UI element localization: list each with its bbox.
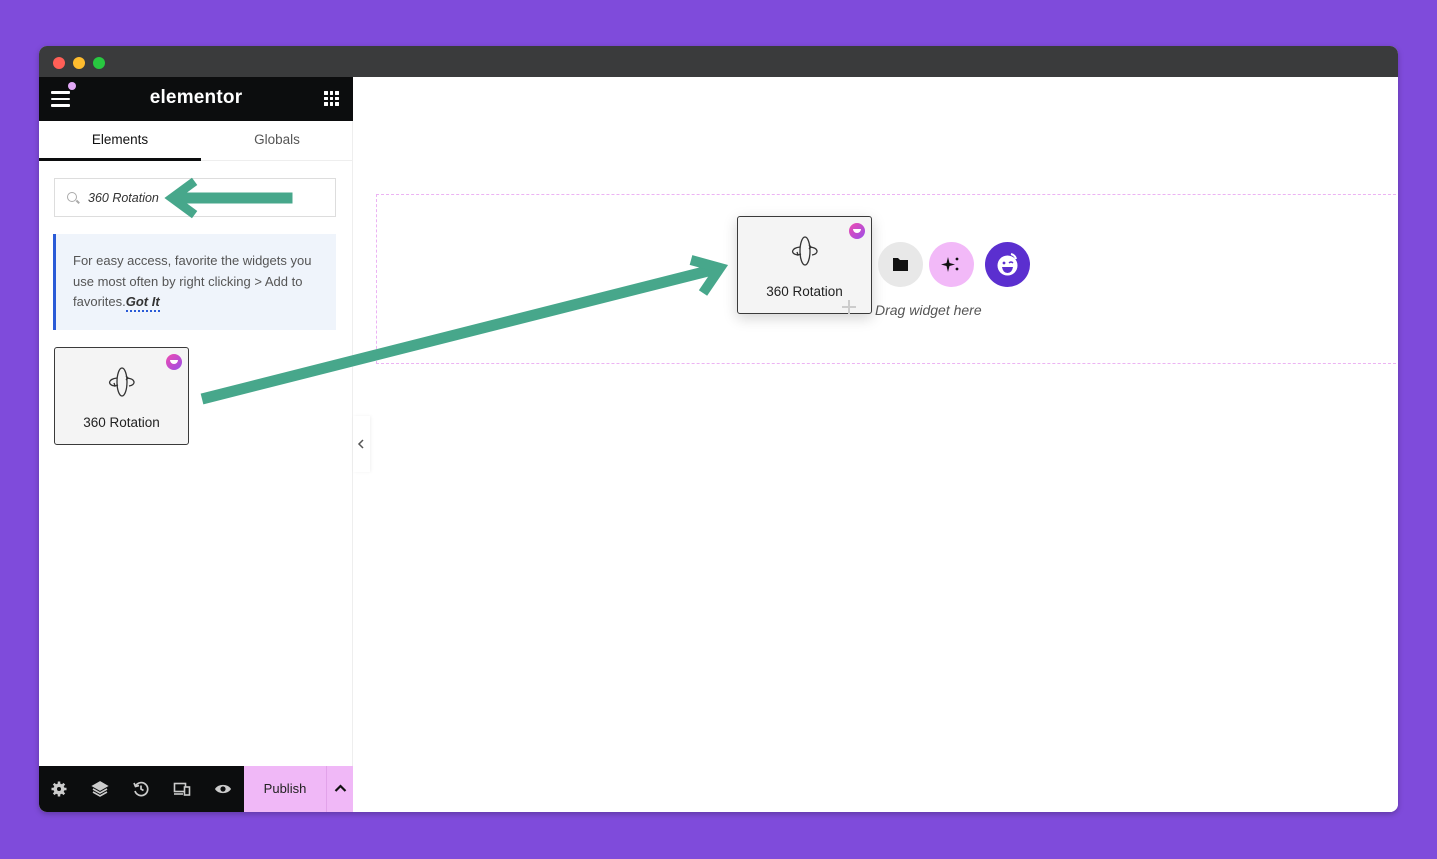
add-section-plus-icon[interactable] [842, 300, 856, 314]
got-it-link[interactable]: Got It [125, 294, 160, 312]
plugin-badge-icon [166, 354, 182, 370]
widget-label: 360 Rotation [83, 415, 160, 430]
settings-icon[interactable] [50, 780, 68, 798]
minimize-window-button[interactable] [73, 57, 85, 69]
chevron-left-icon [357, 439, 364, 449]
widget-search [54, 178, 336, 217]
collapse-panel-button[interactable] [353, 416, 370, 472]
favorites-tip: For easy access, favorite the widgets yo… [53, 234, 336, 330]
responsive-icon[interactable] [173, 780, 191, 798]
widget-label: 360 Rotation [766, 284, 843, 299]
drop-hint: Drag widget here [875, 302, 982, 318]
preview-icon[interactable] [214, 780, 232, 798]
layers-icon[interactable] [91, 780, 109, 798]
maximize-window-button[interactable] [93, 57, 105, 69]
folder-icon [893, 258, 908, 271]
rotate-360-icon [791, 236, 818, 266]
history-icon[interactable] [132, 780, 150, 798]
tip-text: For easy access, favorite the widgets yo… [73, 253, 312, 309]
panel-footer: Publish [39, 766, 353, 812]
plugin-brand-button[interactable] [985, 242, 1030, 287]
editor-canvas [353, 77, 1398, 812]
tab-elements[interactable]: Elements [39, 121, 201, 161]
browser-window: elementor Elements Globals For easy acce… [39, 46, 1398, 812]
widget-360-rotation[interactable]: 360 Rotation [54, 347, 189, 445]
ai-assistant-button[interactable] [929, 242, 974, 287]
chevron-up-icon [334, 784, 347, 792]
close-window-button[interactable] [53, 57, 65, 69]
elementor-logo: elementor [149, 87, 243, 108]
publish-options-button[interactable] [326, 766, 353, 812]
panel-header: elementor [39, 77, 353, 121]
tab-globals[interactable]: Globals [201, 121, 353, 161]
add-template-button[interactable] [878, 242, 923, 287]
search-icon [67, 192, 77, 202]
plugin-badge-icon [849, 223, 865, 239]
panel-tabs: Elements Globals [39, 121, 353, 161]
search-input[interactable] [88, 179, 328, 216]
sparkle-icon [941, 257, 959, 272]
smiley-face-icon [997, 253, 1018, 276]
rotate-360-icon [108, 367, 135, 397]
publish-button[interactable]: Publish [244, 766, 326, 812]
title-bar [39, 46, 1398, 77]
apps-grid-icon[interactable] [324, 91, 339, 106]
elementor-panel: elementor Elements Globals For easy acce… [39, 77, 353, 812]
